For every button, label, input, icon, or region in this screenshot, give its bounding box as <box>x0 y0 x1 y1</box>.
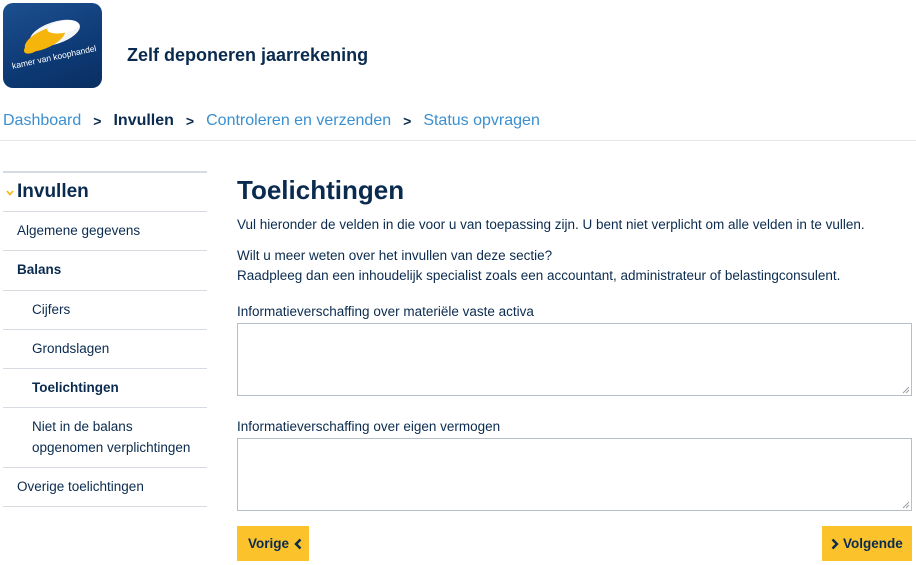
sidebar-item-overige-toelichtingen[interactable]: Overige toelichtingen <box>3 468 207 507</box>
sidebar-item-niet-in-balans[interactable]: Niet in de balans opgenomen verplichting… <box>3 408 207 468</box>
next-button-label: Volgende <box>843 536 903 551</box>
field-label-materiele-vaste-activa: Informatieverschaffing over materiële va… <box>237 304 534 319</box>
breadcrumb-separator: > <box>185 113 195 129</box>
resize-handle-icon[interactable] <box>902 501 910 509</box>
chevron-down-icon <box>3 187 17 199</box>
help-text: Wilt u meer weten over het invullen van … <box>237 246 912 286</box>
textarea-materiele-vaste-activa[interactable] <box>237 323 912 396</box>
sidebar-item-algemene-gegevens[interactable]: Algemene gegevens <box>3 212 207 252</box>
breadcrumb-dashboard[interactable]: Dashboard <box>3 112 81 130</box>
breadcrumb: Dashboard > Invullen > Controleren en ve… <box>3 112 540 130</box>
main-content: Toelichtingen Vul hieronder de velden in… <box>237 175 912 511</box>
page-title: Toelichtingen <box>237 175 405 205</box>
next-button[interactable]: Volgende <box>822 526 912 561</box>
sidebar-nav: Invullen Algemene gegevens Balans Cijfer… <box>3 171 207 507</box>
field-label-eigen-vermogen: Informatieverschaffing over eigen vermog… <box>237 419 501 434</box>
sidebar-heading-label: Invullen <box>17 181 89 202</box>
breadcrumb-invullen[interactable]: Invullen <box>113 112 173 130</box>
help-advice: Raadpleeg dan een inhoudelijk specialist… <box>237 268 841 283</box>
header-divider <box>0 140 916 141</box>
intro-text: Vul hieronder de velden in die voor u va… <box>237 217 865 232</box>
previous-button-label: Vorige <box>248 536 290 551</box>
breadcrumb-controleren[interactable]: Controleren en verzenden <box>206 112 391 130</box>
breadcrumb-status[interactable]: Status opvragen <box>423 112 540 130</box>
sidebar-item-balans[interactable]: Balans <box>3 251 207 291</box>
breadcrumb-separator: > <box>93 113 102 129</box>
kvk-logo[interactable]: kamer van koophandel <box>3 3 102 88</box>
app-title: Zelf deponeren jaarrekening <box>127 45 369 65</box>
breadcrumb-separator: > <box>403 113 412 129</box>
resize-handle-icon[interactable] <box>902 386 910 394</box>
sidebar-item-toelichtingen[interactable]: Toelichtingen <box>3 369 207 409</box>
sidebar-item-cijfers[interactable]: Cijfers <box>3 291 207 330</box>
sidebar-item-grondslagen[interactable]: Grondslagen <box>3 330 207 369</box>
textarea-eigen-vermogen[interactable] <box>237 438 912 511</box>
help-question: Wilt u meer weten over het invullen van … <box>237 248 553 263</box>
chevron-right-icon <box>831 538 839 549</box>
sidebar-heading[interactable]: Invullen <box>3 171 207 212</box>
previous-button[interactable]: Vorige <box>237 526 309 561</box>
chevron-left-icon <box>294 538 302 549</box>
